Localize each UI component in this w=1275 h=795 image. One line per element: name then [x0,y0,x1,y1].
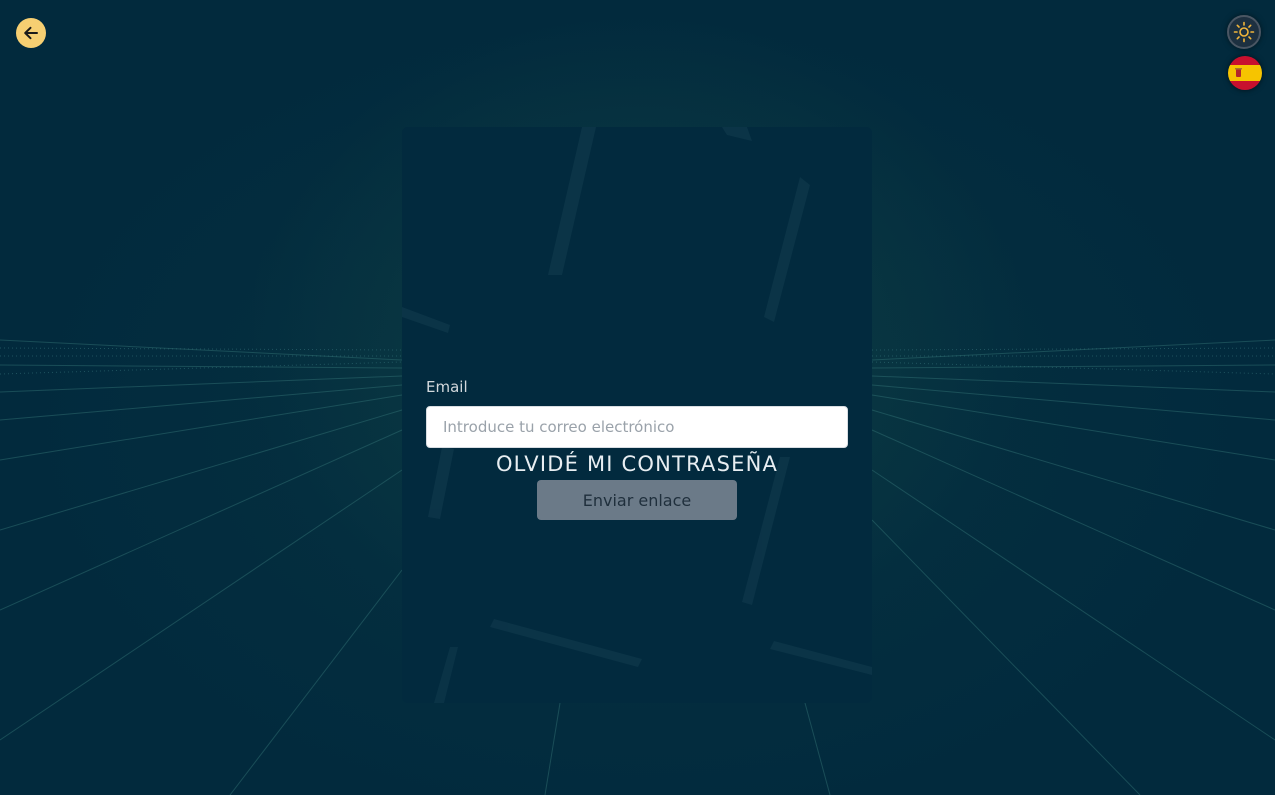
spain-flag-icon [1228,56,1262,90]
sun-icon [1233,21,1255,43]
arrow-left-icon [24,26,38,40]
language-selector-button[interactable] [1228,56,1262,90]
email-input[interactable] [426,406,848,448]
theme-toggle-button[interactable] [1227,15,1261,49]
send-link-button[interactable]: Enviar enlace [537,480,737,520]
email-label: Email [426,378,468,396]
page-title: OLVIDÉ MI CONTRASEÑA [495,452,779,476]
back-button[interactable] [16,18,46,48]
